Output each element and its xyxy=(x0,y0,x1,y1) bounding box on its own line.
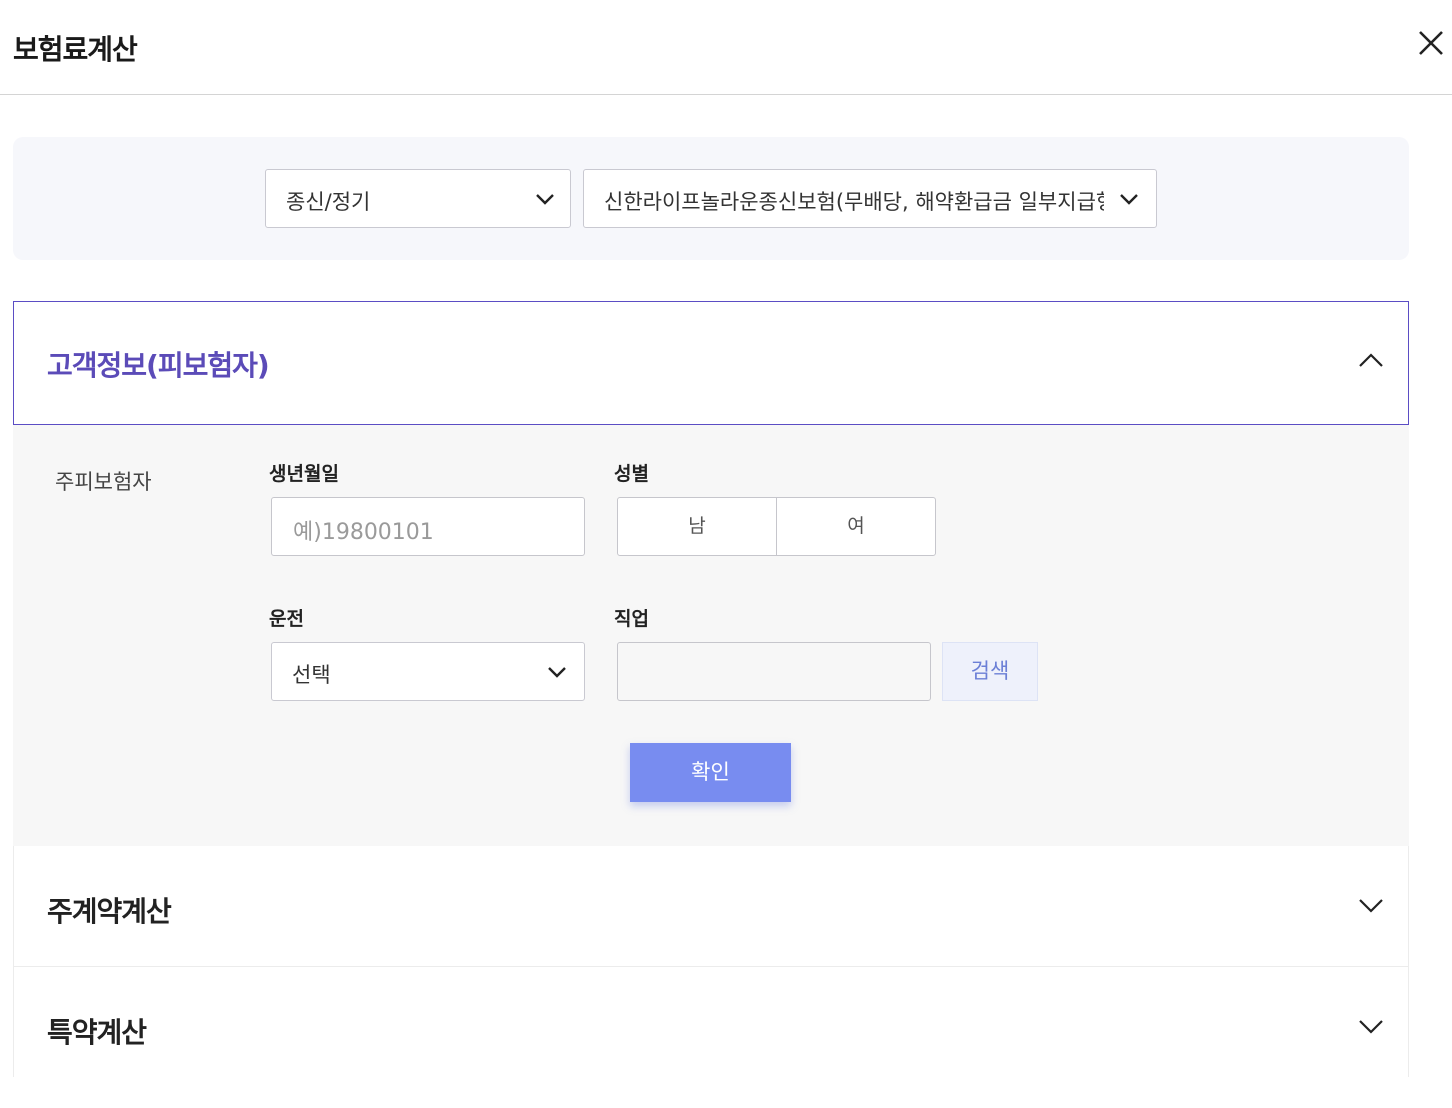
birth-date-placeholder: 예)19800101 xyxy=(293,520,434,545)
close-icon xyxy=(1419,31,1443,55)
modal-title: 보험료계산 xyxy=(13,33,138,66)
job-label: 직업 xyxy=(614,608,649,630)
modal-header: 보험료계산 xyxy=(0,0,1452,95)
main-contract-section-header[interactable]: 주계약계산 xyxy=(13,846,1409,967)
chevron-down-icon xyxy=(536,194,554,205)
gender-female-button[interactable]: 여 xyxy=(776,497,936,556)
driving-label: 운전 xyxy=(269,608,304,630)
customer-info-title: 고객정보(피보험자) xyxy=(47,349,270,382)
rider-section-header[interactable]: 특약계산 xyxy=(13,967,1409,1077)
chevron-down-icon xyxy=(1359,899,1383,913)
customer-info-section-header[interactable]: 고객정보(피보험자) xyxy=(13,301,1409,425)
job-search-button[interactable]: 검색 xyxy=(942,642,1038,701)
close-button[interactable] xyxy=(1410,22,1452,64)
gender-label: 성별 xyxy=(614,463,649,485)
chevron-down-icon xyxy=(1359,1020,1383,1034)
product-select[interactable]: 신한라이프놀라운종신보험(무배당, 해약환급금 일부지급형) xyxy=(583,169,1157,228)
insured-label: 주피보험자 xyxy=(55,470,152,494)
rider-title: 특약계산 xyxy=(47,1016,147,1049)
confirm-button[interactable]: 확인 xyxy=(630,743,791,802)
job-input[interactable] xyxy=(617,642,931,701)
gender-male-button[interactable]: 남 xyxy=(617,497,777,556)
birth-label: 생년월일 xyxy=(269,463,339,485)
chevron-down-icon xyxy=(548,667,566,678)
product-select-value: 신한라이프놀라운종신보험(무배당, 해약환급금 일부지급형) xyxy=(604,190,1104,214)
driving-select-value: 선택 xyxy=(292,663,331,687)
category-select[interactable]: 종신/정기 xyxy=(265,169,571,228)
category-select-value: 종신/정기 xyxy=(286,190,371,214)
driving-select[interactable]: 선택 xyxy=(271,642,585,701)
chevron-down-icon xyxy=(1120,194,1138,205)
chevron-up-icon xyxy=(1359,353,1383,367)
customer-info-body: 주피보험자 생년월일 예)19800101 성별 남 여 운전 선택 직업 검색… xyxy=(13,425,1409,846)
product-selection-bar: 종신/정기 신한라이프놀라운종신보험(무배당, 해약환급금 일부지급형) xyxy=(13,137,1409,260)
main-contract-title: 주계약계산 xyxy=(47,895,172,928)
birth-date-input[interactable]: 예)19800101 xyxy=(271,497,585,556)
